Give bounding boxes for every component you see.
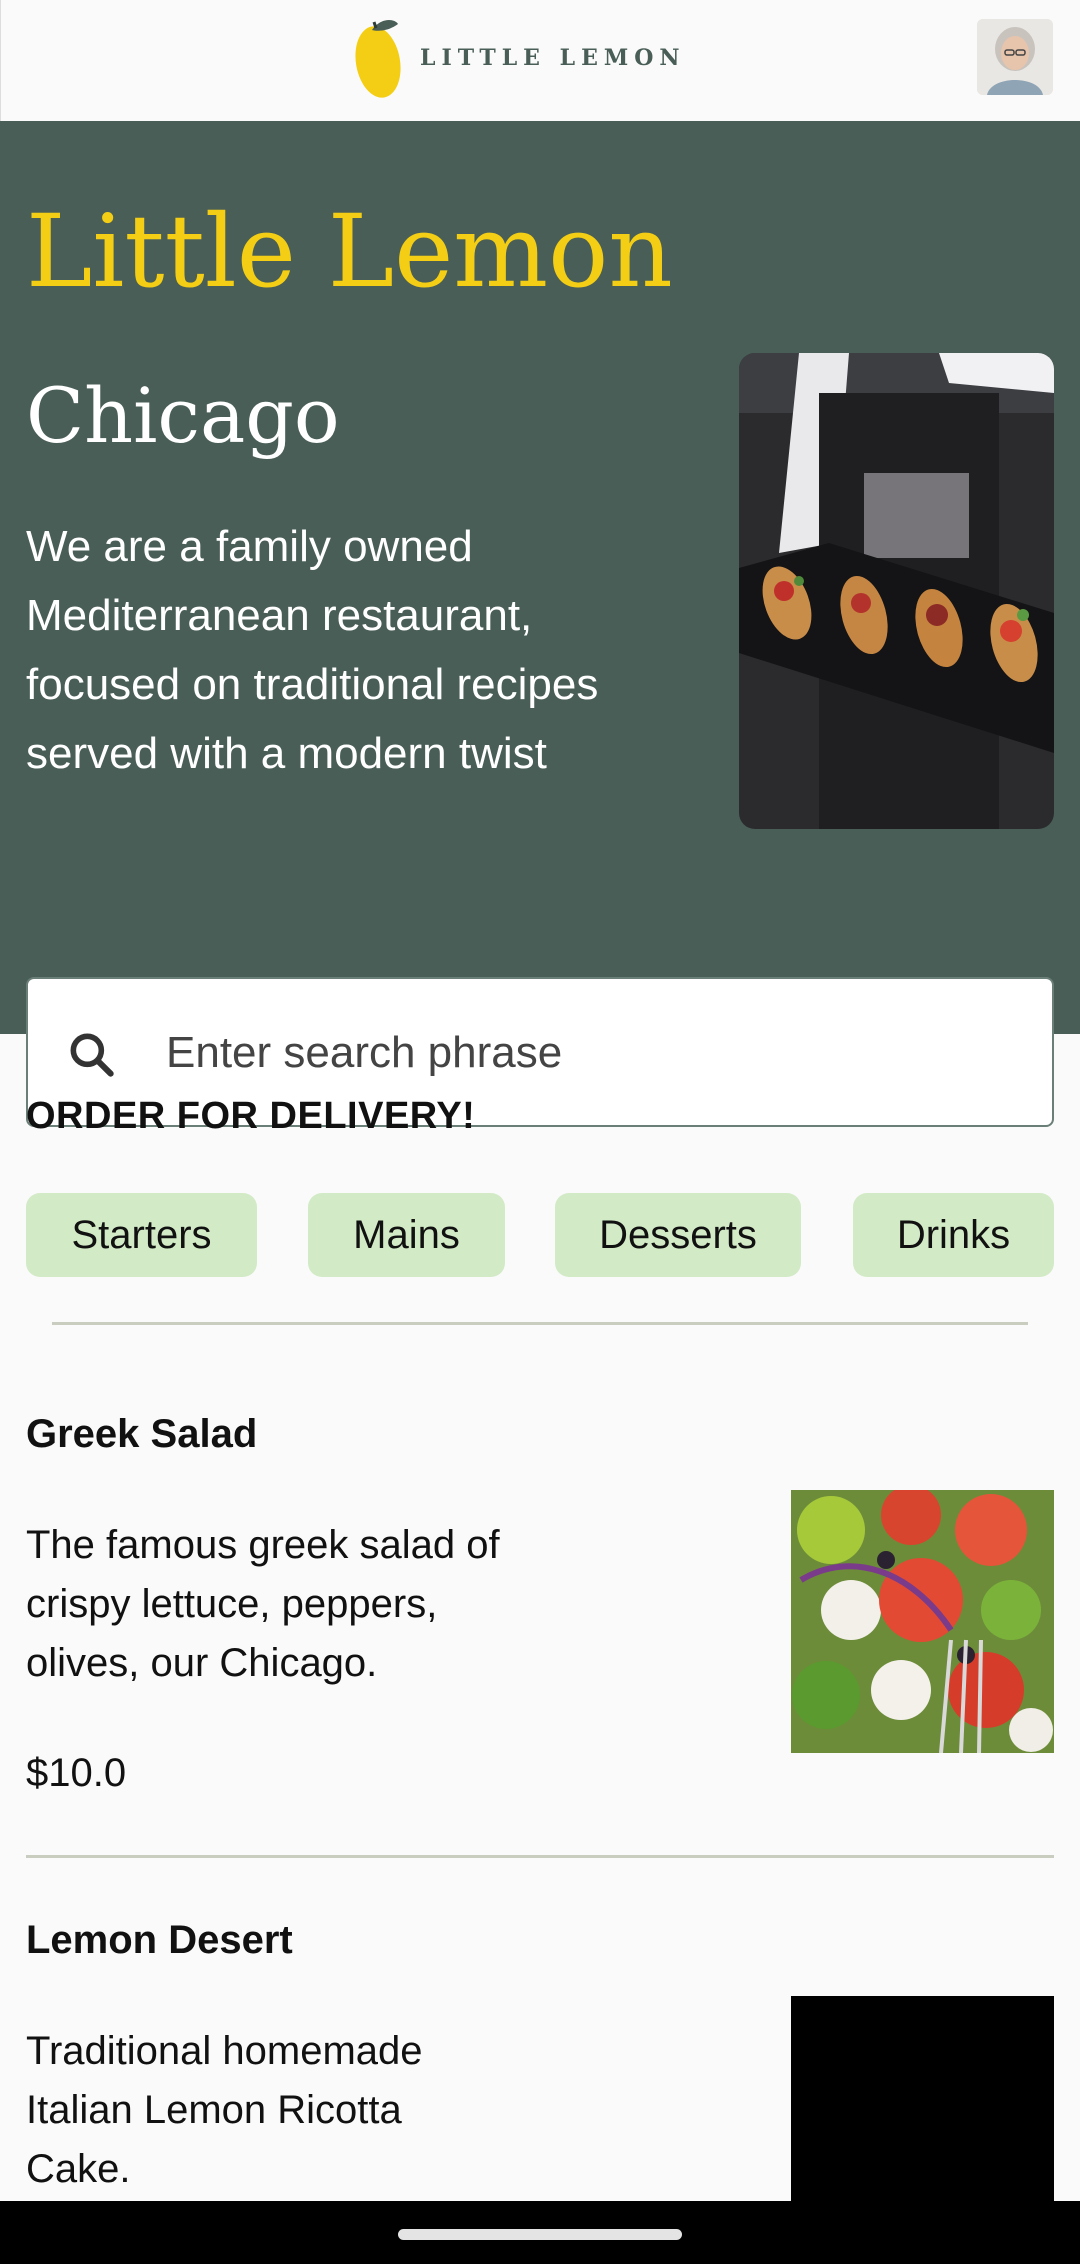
profile-avatar[interactable] (977, 19, 1053, 95)
top-app-bar: LITTLE LEMON (0, 0, 1080, 121)
restaurant-title: Little Lemon (26, 193, 673, 310)
dish-description: The famous greek salad of crispy lettuce… (26, 1523, 500, 1685)
category-chip-desserts[interactable]: Desserts (555, 1193, 801, 1277)
restaurant-city: Chicago (26, 371, 340, 460)
dish-price: $10.0 (26, 1751, 127, 1795)
home-gesture-handle[interactable] (398, 2229, 682, 2240)
category-chip-mains[interactable]: Mains (308, 1193, 505, 1277)
logo-text: LITTLE LEMON (420, 45, 686, 71)
divider (52, 1322, 1028, 1325)
divider (26, 1855, 1054, 1858)
greek-salad-image (791, 1490, 1054, 1753)
order-section-title: ORDER FOR DELIVERY! (26, 1095, 476, 1137)
search-icon (70, 1033, 114, 1077)
category-chip-drinks[interactable]: Drinks (853, 1193, 1054, 1277)
dish-description: Traditional homemade Italian Lemon Ricot… (26, 2029, 423, 2191)
hero-section: Little Lemon Chicago We are a family own… (0, 121, 1080, 1127)
hero-food-image (739, 353, 1054, 829)
lemon-dessert-image (791, 1996, 1054, 2201)
dish-name: Greek Salad (26, 1412, 258, 1456)
category-chip-starters[interactable]: Starters (26, 1193, 257, 1277)
app-logo: LITTLE LEMON (354, 16, 685, 100)
lemon-logo-icon (355, 20, 401, 98)
system-navigation-bar (0, 2201, 1080, 2264)
restaurant-description: We are a family owned Mediterranean rest… (26, 522, 599, 778)
dish-name: Lemon Desert (26, 1918, 293, 1962)
